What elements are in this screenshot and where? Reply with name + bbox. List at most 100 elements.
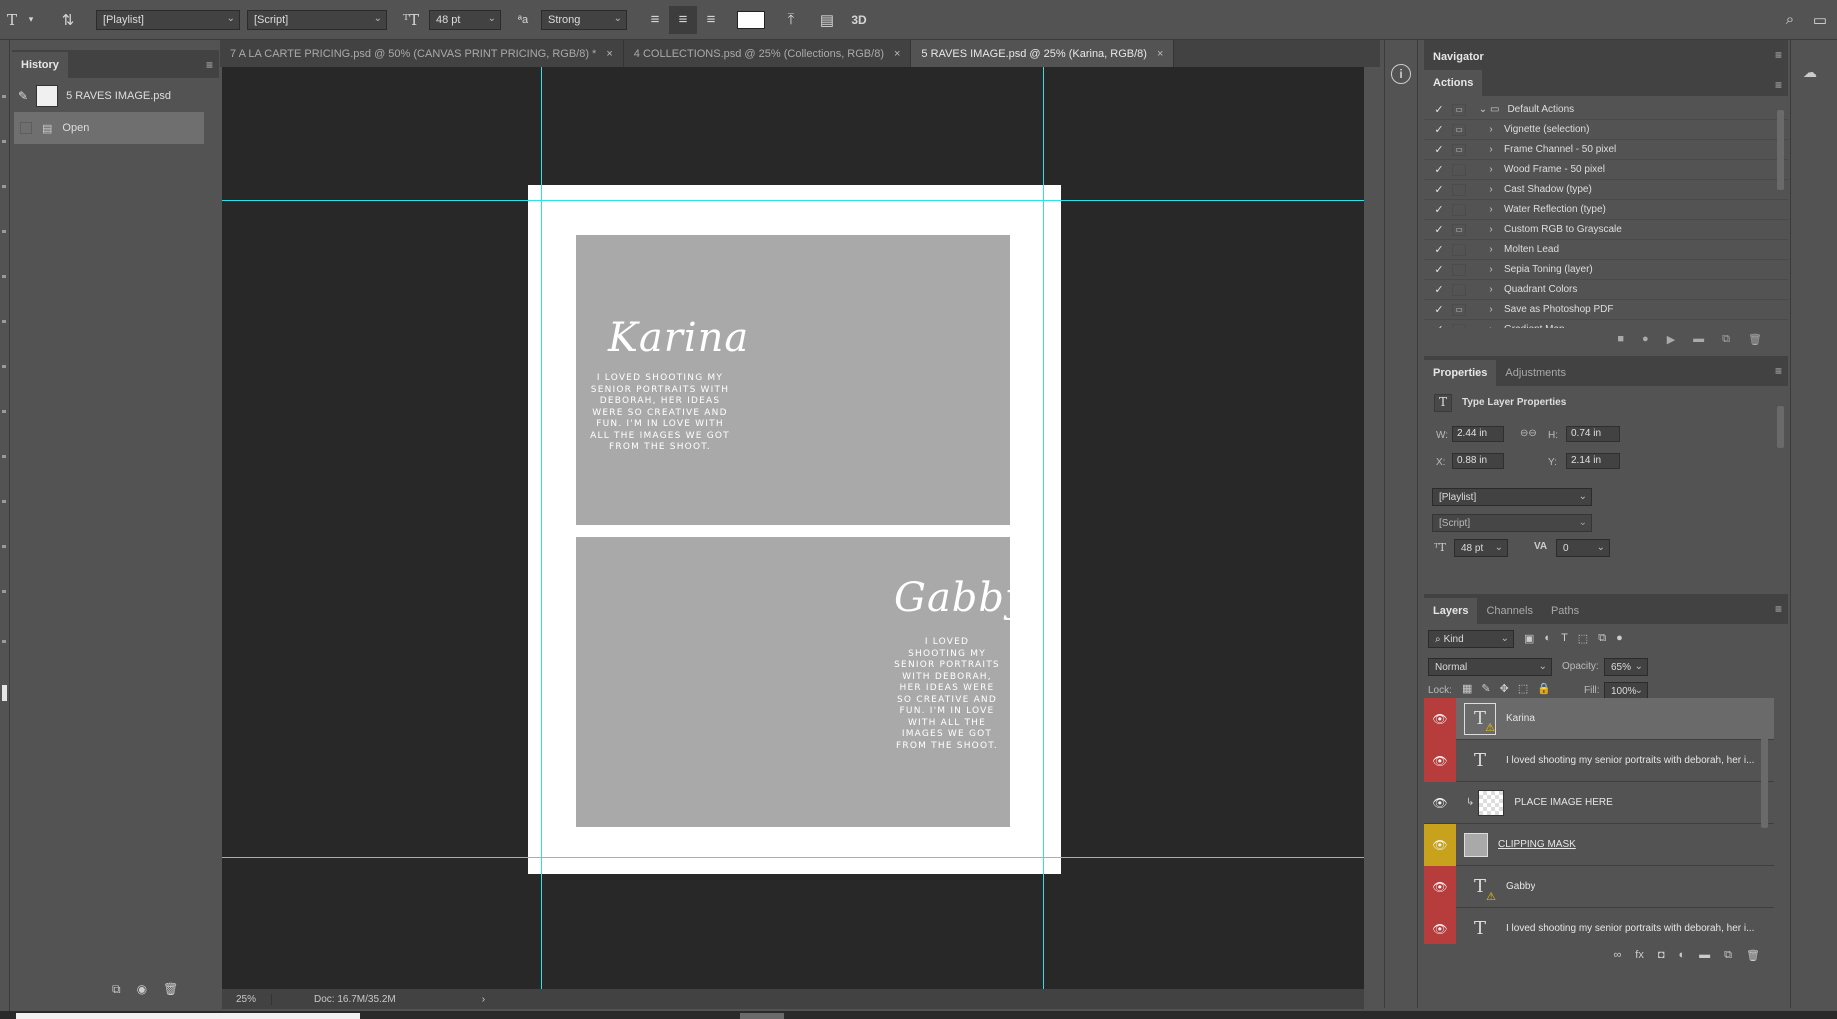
dialog-toggle-icon[interactable]	[1452, 263, 1466, 276]
guide-vertical[interactable]	[541, 67, 542, 989]
quote-karina[interactable]: I LOVED SHOOTING MY SENIOR PORTRAITS WIT…	[588, 373, 732, 454]
tab-layers[interactable]: Layers	[1424, 598, 1478, 624]
new-action-icon[interactable]: ⧉	[1722, 333, 1730, 346]
text-color-swatch[interactable]	[737, 10, 765, 29]
prop-font-family-select[interactable]: [Playlist] ⌄	[1432, 488, 1592, 506]
properties-scrollbar[interactable]	[1777, 406, 1784, 448]
canvas-area[interactable]: Karina I LOVED SHOOTING MY SENIOR PORTRA…	[222, 67, 1364, 989]
dialog-toggle-icon[interactable]	[1452, 283, 1466, 296]
check-icon[interactable]: ✓	[1432, 263, 1446, 276]
action-item[interactable]: ✓ › Water Reflection (type)	[1424, 200, 1788, 220]
status-arrow-icon[interactable]: ›	[482, 994, 485, 1005]
chevron-right-icon[interactable]: ›	[1484, 164, 1498, 175]
new-document-from-state-icon[interactable]: ⧉	[112, 982, 121, 997]
new-layer-icon[interactable]: ⧉	[1724, 949, 1732, 962]
check-icon[interactable]: ✓	[1432, 123, 1446, 136]
name-karina[interactable]: Karina	[608, 315, 749, 361]
libraries-icon[interactable]: ☁	[1803, 64, 1817, 81]
name-gabby[interactable]: Gabby	[894, 575, 1029, 621]
layer-row[interactable]: 👁 T I loved shooting my senior portraits w…	[1424, 739, 1774, 782]
dialog-toggle-icon[interactable]: ▭	[1452, 103, 1466, 116]
trash-icon[interactable]: 🗑	[163, 982, 178, 997]
action-item[interactable]: ✓ › Gradient Map	[1424, 320, 1788, 328]
fx-icon[interactable]: fx	[1635, 949, 1644, 961]
tool-preset-dropdown[interactable]: ▾	[24, 6, 38, 34]
dialog-toggle-icon[interactable]: ▭	[1452, 123, 1466, 136]
folder-icon[interactable]: ▬	[1693, 333, 1704, 345]
chevron-right-icon[interactable]: ›	[1484, 284, 1498, 295]
layer-filter-select[interactable]: ⌕ Kind ⌄	[1428, 630, 1514, 648]
link-layers-icon[interactable]: ∞	[1613, 949, 1621, 961]
check-icon[interactable]: ✓	[1432, 203, 1446, 216]
info-icon[interactable]: i	[1391, 64, 1411, 84]
history-source-box[interactable]	[20, 122, 32, 134]
toggle-text-orientation-icon[interactable]: ⇅	[54, 6, 82, 34]
guide-horizontal[interactable]	[222, 857, 1364, 858]
zoom-level[interactable]: 25%	[222, 993, 272, 1005]
check-icon[interactable]: ✓	[1432, 163, 1446, 176]
guide-horizontal[interactable]	[222, 200, 1364, 201]
font-style-select[interactable]: [Script] ⌄	[247, 9, 387, 30]
lock-position-icon[interactable]: ✥	[1500, 682, 1509, 695]
taskbar-item[interactable]	[740, 1013, 784, 1019]
warp-text-icon[interactable]: ⤒	[777, 6, 805, 34]
filter-toggle-icon[interactable]: ●	[1616, 632, 1623, 645]
layer-row[interactable]: 👁 ↳ PLACE IMAGE HERE	[1424, 782, 1774, 824]
action-item[interactable]: ✓ ▭ › Save as Photoshop PDF	[1424, 300, 1788, 320]
align-right-icon[interactable]: ≡	[697, 6, 725, 34]
chevron-right-icon[interactable]: ›	[1484, 224, 1498, 235]
action-set-default[interactable]: ✓ ▭ ⌄ ▭ Default Actions	[1424, 100, 1788, 120]
character-panel-icon[interactable]: ▤	[813, 6, 841, 34]
chevron-right-icon[interactable]: ›	[1484, 324, 1498, 328]
doc-tab-pricing[interactable]: 7 A LA CARTE PRICING.psd @ 50% (CANVAS P…	[220, 40, 624, 67]
tab-paths[interactable]: Paths	[1542, 598, 1588, 624]
doc-tab-raves[interactable]: 5 RAVES IMAGE.psd @ 25% (Karina, RGB/8) …	[911, 40, 1175, 67]
history-step[interactable]: ▤ Open	[14, 112, 204, 144]
smart-object-filter-icon[interactable]: ⧉	[1598, 632, 1606, 645]
tab-channels[interactable]: Channels	[1477, 598, 1541, 624]
type-filter-icon[interactable]: T	[1561, 632, 1568, 645]
blend-mode-select[interactable]: Normal ⌄	[1428, 658, 1552, 676]
height-field[interactable]: 0.74 in	[1566, 426, 1620, 442]
lock-pixels-icon[interactable]: ✎	[1481, 682, 1490, 695]
chevron-right-icon[interactable]: ›	[1484, 264, 1498, 275]
foreground-color-indicator[interactable]	[2, 685, 7, 701]
action-item[interactable]: ✓ ▭ › Vignette (selection)	[1424, 120, 1788, 140]
width-field[interactable]: 2.44 in	[1452, 426, 1504, 442]
layer-row[interactable]: 👁 T ⚠ Karina	[1424, 698, 1774, 740]
layer-row[interactable]: 👁 CLIPPING MASK	[1424, 823, 1774, 866]
tool-strip[interactable]	[0, 40, 10, 1019]
panel-menu-icon[interactable]: ≡	[1775, 78, 1782, 92]
align-left-icon[interactable]: ≡	[641, 6, 669, 34]
add-mask-icon[interactable]: ◘	[1658, 949, 1665, 961]
adjustment-filter-icon[interactable]: ◐	[1544, 632, 1551, 645]
record-icon[interactable]: ●	[1642, 333, 1649, 345]
layers-scrollbar[interactable]	[1761, 708, 1768, 828]
shape-filter-icon[interactable]: ⬚	[1578, 632, 1588, 645]
tab-adjustments[interactable]: Adjustments	[1496, 360, 1575, 386]
stop-icon[interactable]: ■	[1617, 333, 1624, 345]
chevron-right-icon[interactable]: ›	[1484, 124, 1498, 135]
chevron-right-icon[interactable]: ›	[1484, 244, 1498, 255]
visibility-eye-icon[interactable]: 👁	[1424, 823, 1456, 866]
x-field[interactable]: 0.88 in	[1452, 453, 1504, 469]
layer-row[interactable]: 👁 T I loved shooting my senior portraits w…	[1424, 907, 1774, 944]
doc-tab-collections[interactable]: 4 COLLECTIONS.psd @ 25% (Collections, RG…	[623, 40, 912, 67]
history-snapshot[interactable]: ✎ 5 RAVES IMAGE.psd	[12, 80, 219, 112]
tracking-select[interactable]: 0 ⌄	[1556, 539, 1610, 557]
anti-alias-select[interactable]: Strong ⌄	[541, 9, 627, 30]
check-icon[interactable]: ✓	[1432, 103, 1446, 116]
trash-icon[interactable]: 🗑	[1748, 333, 1762, 346]
pixel-filter-icon[interactable]: ▣	[1524, 632, 1534, 645]
play-icon[interactable]: ▶	[1667, 333, 1675, 346]
chevron-right-icon[interactable]: ›	[1484, 144, 1498, 155]
dialog-toggle-icon[interactable]: ▭	[1452, 303, 1466, 316]
y-field[interactable]: 2.14 in	[1566, 453, 1620, 469]
lock-transparent-icon[interactable]: ▦	[1462, 682, 1472, 695]
visibility-eye-icon[interactable]: 👁	[1424, 698, 1456, 740]
check-icon[interactable]: ✓	[1432, 323, 1446, 328]
link-icon[interactable]: ⊖⊖	[1520, 428, 1537, 439]
visibility-eye-icon[interactable]: 👁	[1424, 865, 1456, 908]
actions-scrollbar[interactable]	[1777, 110, 1784, 190]
check-icon[interactable]: ✓	[1432, 243, 1446, 256]
